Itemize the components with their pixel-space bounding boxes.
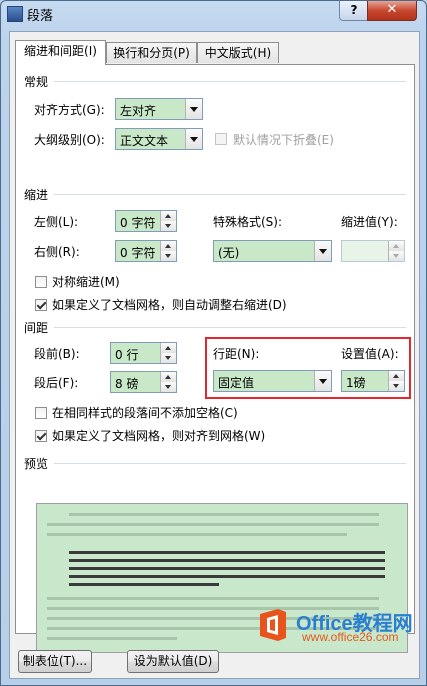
auto-adjust-checkbox[interactable] [35, 299, 47, 311]
spin-down-icon[interactable] [388, 251, 404, 261]
tab-indents-spacing[interactable]: 缩进和间距(I) [15, 40, 106, 65]
section-divider [54, 81, 406, 82]
outline-level-value: 正文文本 [120, 134, 169, 148]
section-general: 常规 [24, 75, 49, 89]
tab-panel: 常规 对齐方式(G): 左对齐 大纲级别(O): 正文文本 默认情况下折叠(E)… [15, 64, 415, 653]
line-spacing-value: 固定值 [218, 376, 255, 390]
spacing-at-label: 设置值(A): [341, 347, 399, 361]
tab-line-page-breaks[interactable]: 换行和分页(P) [106, 42, 197, 63]
spin-down-icon[interactable] [160, 382, 176, 392]
snap-to-grid-checkbox[interactable] [35, 430, 47, 442]
watermark-logo: Office教程网 www.office26.com [256, 604, 426, 644]
office-logo-icon [260, 609, 286, 641]
indent-right-spinner[interactable]: 0 字符 [115, 240, 177, 262]
indent-right-value: 0 字符 [120, 246, 156, 260]
special-indent-dropdown[interactable]: (无) [213, 240, 332, 262]
set-as-default-button[interactable]: 设为默认值(D) [127, 650, 219, 673]
title-bar[interactable]: 段落 ? ✕ [1, 1, 426, 27]
alignment-label: 对齐方式(G): [34, 103, 105, 117]
chevron-down-icon[interactable] [185, 129, 202, 149]
dialog-body: 缩进和间距(I) 换行和分页(P) 中文版式(H) 常规 对齐方式(G): 左对… [9, 31, 420, 679]
indent-left-value: 0 字符 [120, 216, 156, 230]
collapse-label: 默认情况下折叠(E) [233, 133, 334, 147]
section-divider [54, 463, 406, 464]
indent-right-label: 右侧(R): [34, 245, 80, 259]
indent-by-spinner[interactable] [341, 240, 405, 262]
auto-adjust-label: 如果定义了文档网格，则自动调整右缩进(D) [52, 298, 287, 312]
indent-by-label: 缩进值(Y): [341, 215, 398, 229]
section-preview: 预览 [24, 457, 49, 471]
spacing-at-spinner[interactable]: 1磅 [341, 370, 405, 392]
section-spacing: 间距 [24, 321, 49, 335]
watermark-url: www.office26.com [302, 630, 399, 644]
tabs-button[interactable]: 制表位(T)... [18, 650, 92, 673]
section-divider [54, 194, 406, 195]
alignment-dropdown[interactable]: 左对齐 [115, 98, 203, 120]
special-indent-value: (无) [218, 246, 240, 260]
spacing-after-label: 段后(F): [34, 376, 79, 390]
dialog-title: 段落 [27, 9, 54, 24]
close-button[interactable]: ✕ [367, 1, 417, 21]
tab-asian-typography[interactable]: 中文版式(H) [197, 42, 279, 63]
help-button[interactable]: ? [339, 1, 369, 21]
spacing-before-label: 段前(B): [34, 347, 80, 361]
no-space-same-style-checkbox[interactable] [35, 407, 47, 419]
chevron-down-icon[interactable] [314, 371, 331, 391]
word-app-icon [7, 6, 23, 22]
indent-left-spinner[interactable]: 0 字符 [115, 210, 177, 232]
snap-to-grid-label: 如果定义了文档网格，则对齐到网格(W) [52, 429, 266, 443]
no-space-same-style-label: 在相同样式的段落间不添加空格(C) [52, 406, 238, 420]
spacing-after-value: 8 磅 [115, 377, 139, 391]
section-divider [54, 327, 406, 328]
special-indent-label: 特殊格式(S): [213, 215, 283, 229]
indent-left-label: 左侧(L): [34, 215, 79, 229]
spin-down-icon[interactable] [388, 381, 404, 391]
spin-down-icon[interactable] [160, 251, 176, 261]
line-spacing-label: 行距(N): [213, 347, 260, 361]
outline-level-label: 大纲级别(O): [34, 133, 105, 147]
section-indentation: 缩进 [24, 188, 49, 202]
chevron-down-icon[interactable] [314, 241, 331, 261]
spacing-after-spinner[interactable]: 8 磅 [110, 371, 177, 393]
dialog-window: 段落 ? ✕ 缩进和间距(I) 换行和分页(P) 中文版式(H) 常规 对齐方式… [0, 0, 427, 686]
mirror-indents-label: 对称缩进(M) [52, 275, 120, 289]
spacing-before-spinner[interactable]: 0 行 [110, 342, 177, 364]
outline-level-dropdown[interactable]: 正文文本 [115, 128, 203, 150]
spacing-at-value: 1磅 [346, 376, 366, 390]
chevron-down-icon[interactable] [185, 99, 202, 119]
alignment-value: 左对齐 [120, 104, 157, 118]
spin-down-icon[interactable] [160, 221, 176, 231]
mirror-indents-checkbox[interactable] [35, 276, 47, 288]
spacing-before-value: 0 行 [115, 348, 139, 362]
collapse-checkbox[interactable] [215, 133, 227, 145]
line-spacing-dropdown[interactable]: 固定值 [213, 370, 332, 392]
spin-down-icon[interactable] [160, 353, 176, 363]
